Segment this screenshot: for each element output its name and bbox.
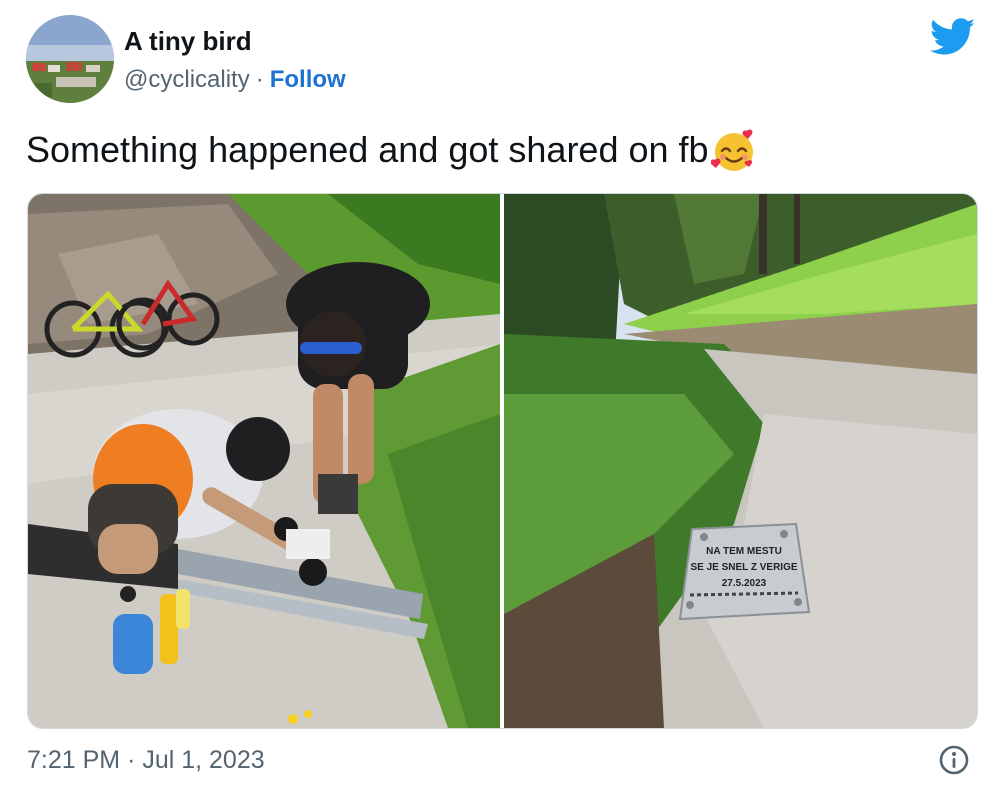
avatar[interactable] <box>26 15 114 103</box>
separator-dot: · <box>255 66 264 93</box>
twitter-bird-icon[interactable] <box>930 18 976 56</box>
smiling-face-with-hearts-icon <box>710 129 753 171</box>
author-meta: @cyclicality · Follow <box>124 66 346 94</box>
tweet-media[interactable]: NA TEM MESTU SE JE SNEL Z VERIGE 27.5.20… <box>27 193 978 729</box>
plaque-line-1: NA TEM MESTU <box>706 546 782 557</box>
info-icon[interactable] <box>938 744 970 776</box>
author-handle[interactable]: @cyclicality <box>124 66 250 94</box>
plaque-line-3: 27.5.2023 <box>722 578 767 589</box>
media-divider <box>500 194 504 728</box>
photo-cyclists-installing-plaque[interactable] <box>28 194 500 728</box>
avatar-image <box>26 15 114 103</box>
author-display-name[interactable]: A tiny bird <box>124 26 252 57</box>
tweet-text-row: Something happened and got shared on fb <box>26 127 757 173</box>
tweet-text: Something happened and got shared on fb <box>26 129 709 170</box>
photo-road-with-plaque[interactable]: NA TEM MESTU SE JE SNEL Z VERIGE 27.5.20… <box>504 194 977 728</box>
tweet-timestamp[interactable]: 7:21 PM · Jul 1, 2023 <box>27 746 265 775</box>
memorial-plaque: NA TEM MESTU SE JE SNEL Z VERIGE 27.5.20… <box>678 522 811 621</box>
plaque-line-2: SE JE SNEL Z VERIGE <box>690 562 797 573</box>
follow-button[interactable]: Follow <box>270 66 346 94</box>
